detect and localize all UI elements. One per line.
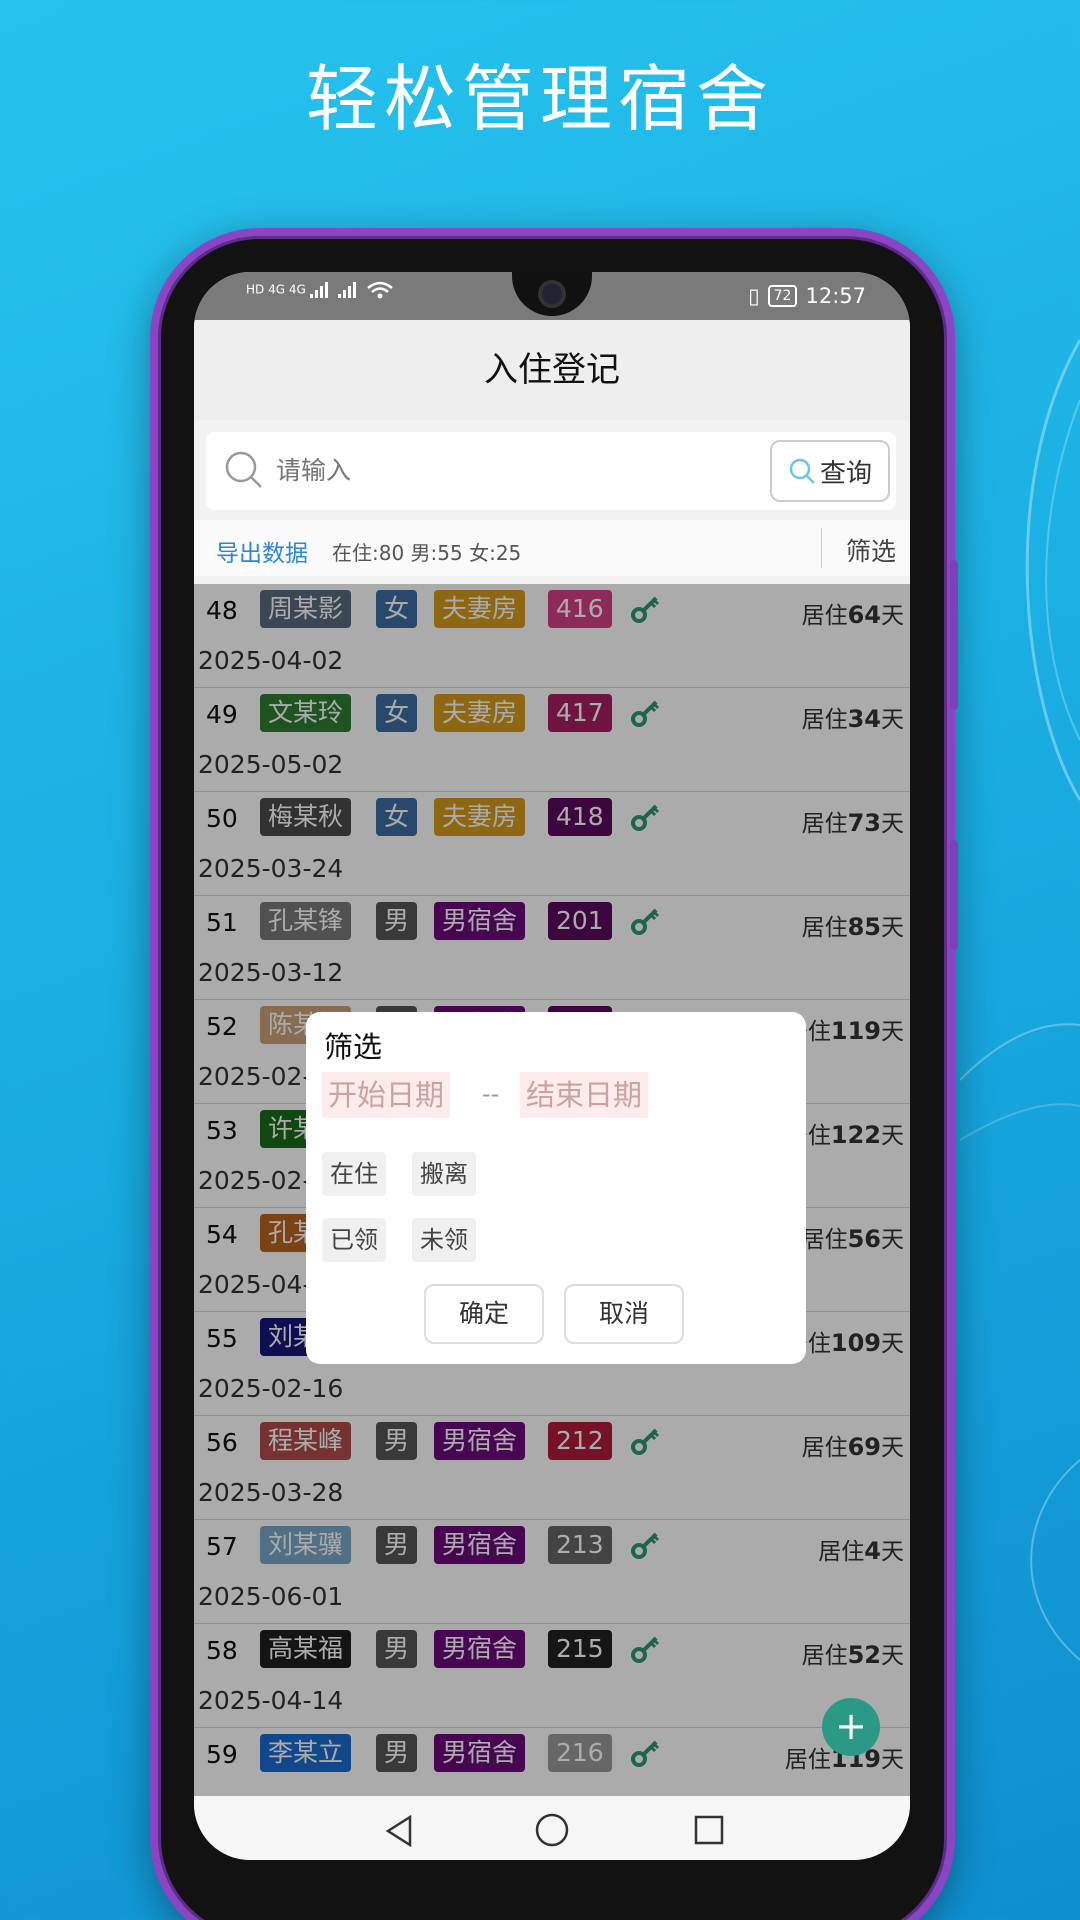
query-button[interactable]: 查询 <box>770 440 890 502</box>
dialog-title: 筛选 <box>324 1030 383 1064</box>
export-data-link[interactable]: 导出数据 <box>216 534 308 568</box>
filter-button[interactable]: 筛选 <box>846 532 896 568</box>
front-camera-notch <box>512 272 592 316</box>
query-button-label: 查询 <box>819 458 872 489</box>
signal-icon <box>309 281 393 299</box>
home-icon[interactable] <box>534 1812 570 1848</box>
volume-button <box>950 560 958 710</box>
search-bar: 查询 <box>206 432 896 510</box>
filter-dialog: 筛选 开始日期 -- 结束日期 在住 搬离 已领 未领 确定 取消 <box>306 1012 806 1364</box>
start-date-field[interactable]: 开始日期 <box>322 1072 451 1118</box>
power-button <box>950 840 958 950</box>
status-right: ▯ 72 12:57 <box>748 284 866 308</box>
list-toolbar: 导出数据 在住:80 男:55 女:25 筛选 <box>194 520 910 576</box>
occupancy-stats: 在住:80 男:55 女:25 <box>332 541 522 565</box>
key-option-not-received[interactable]: 未领 <box>412 1218 476 1262</box>
key-option-received[interactable]: 已领 <box>322 1218 386 1262</box>
end-date-field[interactable]: 结束日期 <box>520 1072 649 1118</box>
search-icon <box>225 451 262 488</box>
status-option-living[interactable]: 在住 <box>322 1152 386 1196</box>
vibrate-icon: ▯ <box>748 284 760 308</box>
divider <box>821 528 822 568</box>
system-nav-bar <box>194 1796 910 1860</box>
battery-icon: 72 <box>767 285 798 307</box>
app-title-bar: 入住登记 <box>194 320 910 420</box>
date-separator: -- <box>482 1080 500 1108</box>
network-indicators: HD 4G 4G <box>246 280 400 300</box>
camera-icon <box>538 280 566 308</box>
search-icon <box>789 458 815 484</box>
back-icon[interactable] <box>384 1814 414 1848</box>
phone-screen: HD 4G 4G ▯ 72 12:57 入住登记 查询 <box>194 272 910 1860</box>
status-bar: HD 4G 4G ▯ 72 12:57 <box>194 272 910 320</box>
recents-icon[interactable] <box>694 1815 724 1845</box>
status-option-moved[interactable]: 搬离 <box>412 1152 476 1196</box>
page-title: 入住登记 <box>484 350 620 390</box>
cancel-button[interactable]: 取消 <box>564 1284 684 1344</box>
search-input[interactable] <box>276 448 726 492</box>
promo-headline: 轻松管理宿舍 <box>305 57 774 141</box>
confirm-button[interactable]: 确定 <box>424 1284 544 1344</box>
add-button[interactable]: + <box>822 1698 880 1756</box>
clock: 12:57 <box>805 284 866 308</box>
decorative-light-lines <box>960 339 1080 1661</box>
